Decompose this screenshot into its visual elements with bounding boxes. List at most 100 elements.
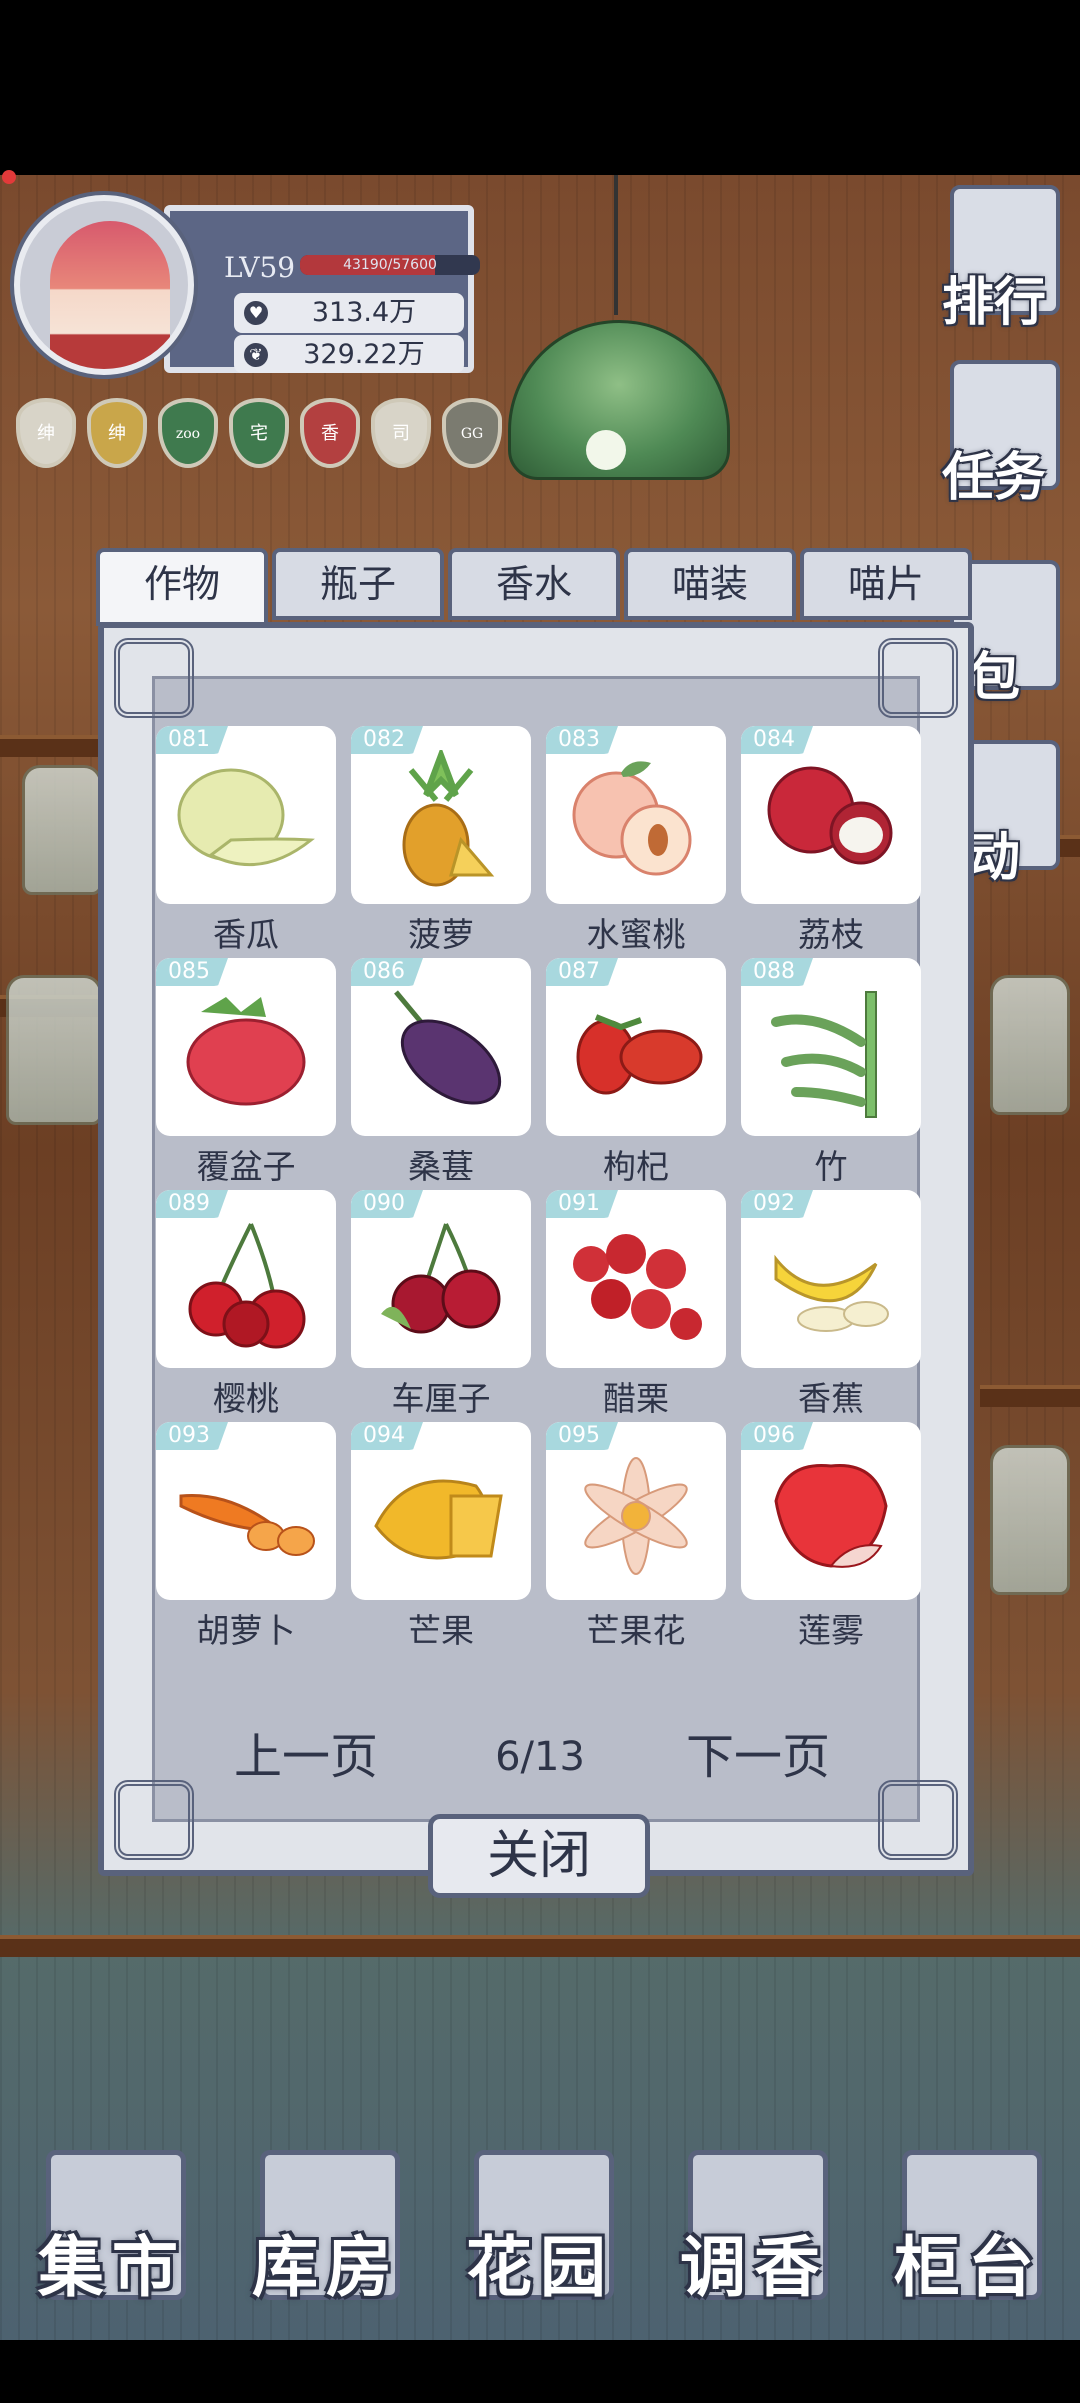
rank-label: 排行 [941, 272, 1046, 333]
item-number: 084 [741, 726, 813, 754]
tasks-button[interactable]: 任务 [920, 360, 1068, 510]
item-card: 088 [741, 958, 921, 1136]
rank-button[interactable]: 排行 [920, 185, 1068, 335]
item-cell[interactable]: 085 覆盆子 [156, 958, 336, 1190]
currency-1-value: 313.4万 [311, 297, 417, 328]
item-cell[interactable]: 081 香瓜 [156, 726, 336, 958]
item-number: 093 [156, 1422, 228, 1450]
item-card: 084 [741, 726, 921, 904]
title-badge[interactable]: 宅 [229, 398, 289, 468]
lychee-icon [756, 755, 906, 889]
item-name: 菠萝 [408, 915, 474, 954]
nav-warehouse[interactable]: 库房 [226, 2130, 426, 2330]
item-number: 086 [351, 958, 423, 986]
raspberry-icon [171, 987, 321, 1121]
currant-icon [561, 1219, 711, 1353]
item-name: 枸杞 [603, 1147, 669, 1186]
item-name: 芒果花 [586, 1611, 686, 1650]
next-page-button[interactable]: 下一页 [686, 1722, 830, 1792]
item-name: 香瓜 [213, 915, 279, 954]
navigation-bar [0, 2340, 1080, 2403]
avatar[interactable] [14, 195, 194, 375]
carrot-icon [171, 1461, 321, 1575]
page-indicator: 6/13 [495, 1734, 585, 1780]
item-cell[interactable]: 089 樱桃 [156, 1190, 336, 1422]
notification-dot [2, 170, 16, 184]
item-name: 竹 [814, 1147, 848, 1186]
tab-cat-outfits[interactable]: 喵装 [624, 548, 796, 620]
item-number: 087 [546, 958, 618, 986]
xp-bar: 43190/57600 [300, 255, 480, 275]
nav-counter[interactable]: 柜台 [868, 2130, 1068, 2330]
item-card: 089 [156, 1190, 336, 1368]
currency-2-value: 329.22万 [303, 339, 425, 370]
mango-flower-icon [561, 1441, 711, 1595]
close-button[interactable]: 关闭 [428, 1814, 650, 1898]
item-card: 083 [546, 726, 726, 904]
banana-icon [756, 1219, 906, 1353]
item-cell[interactable]: 083 水蜜桃 [546, 726, 726, 958]
item-card: 094 [351, 1422, 531, 1600]
tab-crops[interactable]: 作物 [96, 548, 268, 626]
item-cell[interactable]: 086 桑葚 [351, 958, 531, 1190]
item-number: 095 [546, 1422, 618, 1450]
avatar-portrait [50, 221, 170, 369]
corner-ornament [114, 1780, 194, 1860]
title-badge[interactable]: 香 [300, 398, 360, 468]
item-cell[interactable]: 094 芒果 [351, 1422, 531, 1654]
item-cell[interactable]: 091 醋栗 [546, 1190, 726, 1422]
title-badge[interactable]: zoo [158, 398, 218, 468]
lamp-cord [614, 175, 618, 315]
mulberry-icon [366, 982, 516, 1126]
heart-coin-icon: ♥ [244, 301, 268, 325]
tab-cat-cards[interactable]: 喵片 [800, 548, 972, 620]
prev-page-button[interactable]: 上一页 [234, 1722, 378, 1792]
tasks-label: 任务 [941, 447, 1046, 508]
category-tabs: 作物 瓶子 香水 喵装 喵片 [96, 548, 974, 626]
nav-garden[interactable]: 花园 [440, 2130, 640, 2330]
leaf-coin-icon: ❦ [244, 343, 268, 367]
item-name: 香蕉 [798, 1379, 864, 1418]
item-card: 085 [156, 958, 336, 1136]
item-name: 桑葚 [408, 1147, 474, 1186]
item-name: 芒果 [408, 1611, 474, 1650]
item-cell[interactable]: 084 荔枝 [741, 726, 921, 958]
title-badge[interactable]: 司 [371, 398, 431, 468]
item-number: 090 [351, 1190, 423, 1218]
nav-market[interactable]: 集市 [12, 2130, 212, 2330]
item-cell[interactable]: 090 车厘子 [351, 1190, 531, 1422]
title-badge[interactable]: GG [442, 398, 502, 468]
player-profile[interactable]: LV59 43190/57600 ♥ 313.4万 ❦ 329.22万 [14, 195, 480, 375]
item-card: 081 [156, 726, 336, 904]
item-cell[interactable]: 082 菠萝 [351, 726, 531, 958]
item-cell[interactable]: 093 胡萝卜 [156, 1422, 336, 1654]
pager: 上一页 6/13 下一页 [156, 1722, 924, 1792]
tab-perfume[interactable]: 香水 [448, 548, 620, 620]
item-number: 094 [351, 1422, 423, 1450]
item-card: 092 [741, 1190, 921, 1368]
nav-perfume[interactable]: 调香 [654, 2130, 854, 2330]
goji-icon [561, 992, 711, 1116]
corner-ornament [878, 638, 958, 718]
item-name: 胡萝卜 [196, 1611, 296, 1650]
tab-bottles[interactable]: 瓶子 [272, 548, 444, 620]
title-badge[interactable]: 绅 [16, 398, 76, 468]
nav-market-label: 集市 [38, 2228, 186, 2306]
item-name: 荔枝 [798, 915, 864, 954]
item-cell[interactable]: 092 香蕉 [741, 1190, 921, 1422]
melon-icon [171, 760, 321, 884]
item-card: 096 [741, 1422, 921, 1600]
item-cell[interactable]: 088 竹 [741, 958, 921, 1190]
title-badge[interactable]: 绅 [87, 398, 147, 468]
item-cell[interactable]: 096 莲雾 [741, 1422, 921, 1654]
item-name: 水蜜桃 [586, 915, 686, 954]
nav-warehouse-label: 库房 [252, 2228, 400, 2306]
sweet-cherry-icon [366, 1214, 516, 1358]
item-name: 樱桃 [213, 1379, 279, 1418]
item-cell[interactable]: 095 芒果花 [546, 1422, 726, 1654]
item-card: 086 [351, 958, 531, 1136]
item-name: 醋栗 [603, 1379, 669, 1418]
item-number: 096 [741, 1422, 813, 1450]
mango-icon [366, 1456, 516, 1580]
item-cell[interactable]: 087 枸杞 [546, 958, 726, 1190]
